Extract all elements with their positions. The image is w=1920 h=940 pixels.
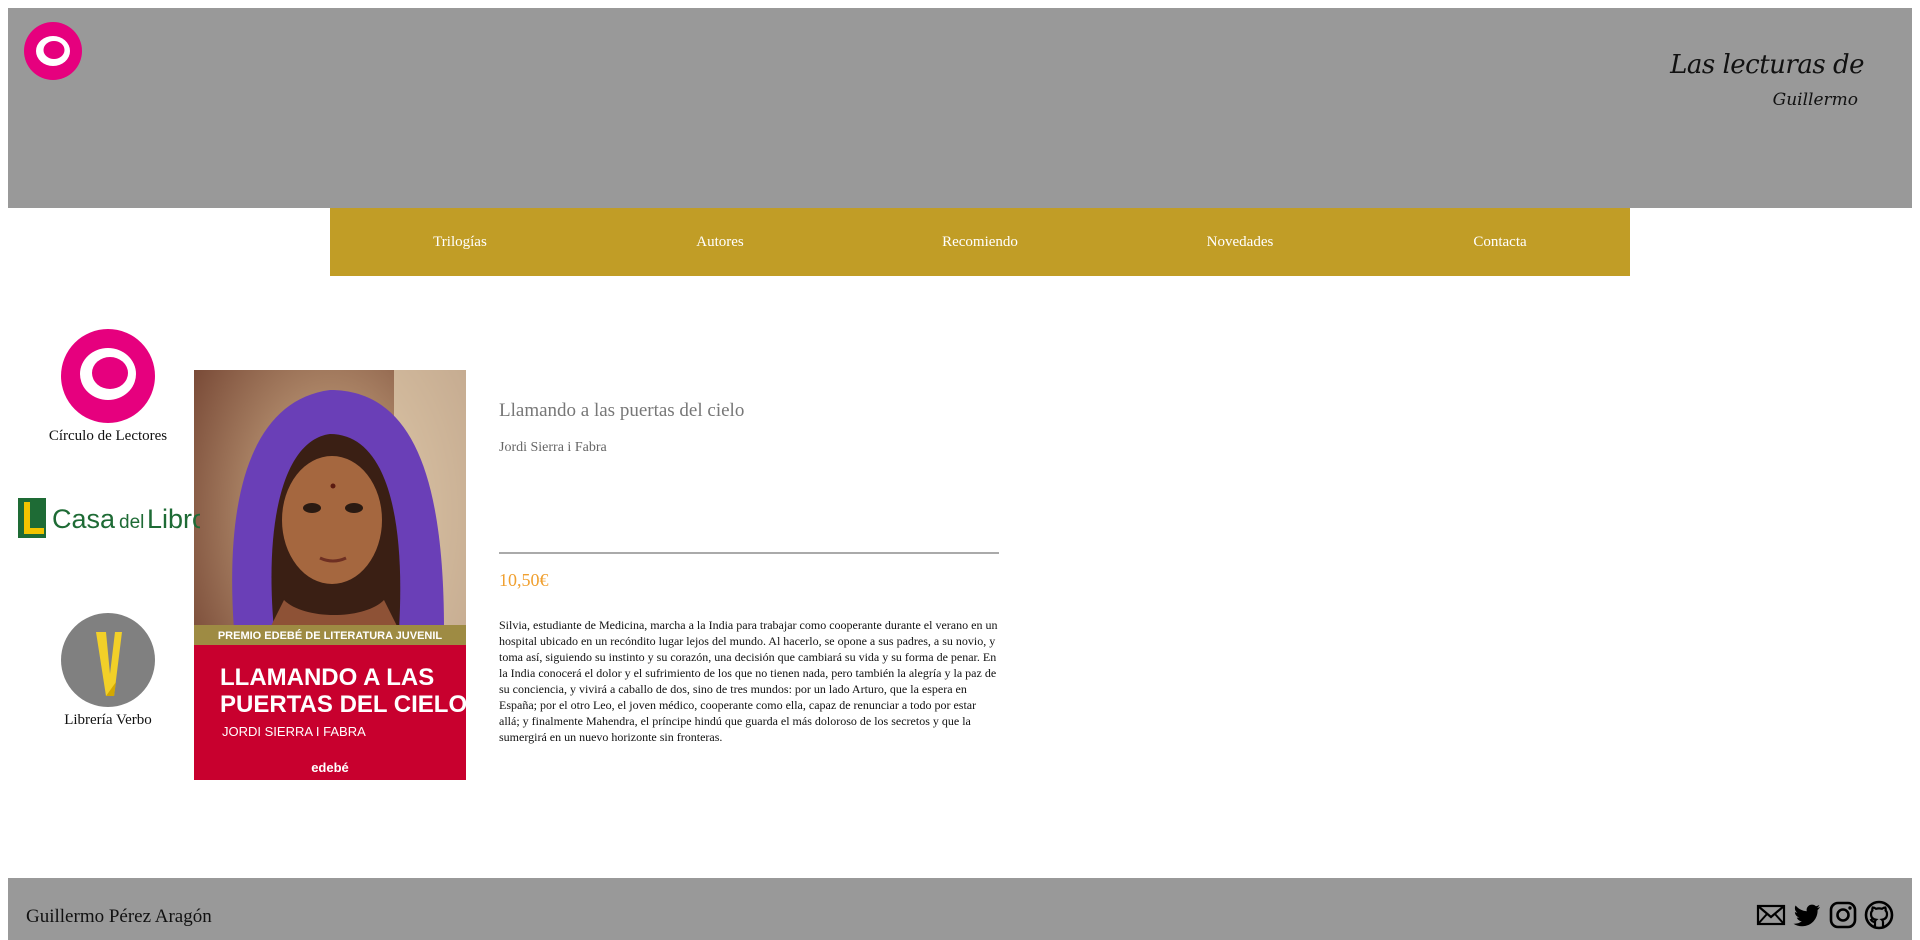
casa-logo-word2: del (119, 512, 144, 533)
site-title: Las lecturas de Guillermo (1664, 44, 1864, 124)
store-label-verbo: Librería Verbo (64, 712, 152, 728)
book-info: Llamando a las puertas del cielo Jordi S… (499, 400, 999, 745)
store-casa-del-libro[interactable]: Casa del Libro (8, 496, 208, 540)
book-author: Jordi Sierra i Fabra (499, 440, 607, 455)
book-synopsis: Silvia, estudiante de Medicina, marcha a… (499, 618, 998, 744)
mail-icon[interactable] (1756, 900, 1786, 930)
page: Las lecturas de Guillermo Trilogías Auto… (8, 8, 1912, 940)
circulo-logo-icon (61, 329, 155, 423)
site-footer: Guillermo Pérez Aragón (8, 878, 1912, 940)
site-title-line1: Las lecturas de (1670, 50, 1864, 80)
github-icon[interactable] (1864, 900, 1894, 930)
book-title: Llamando a las puertas del cielo (499, 400, 745, 421)
cover-banner: PREMIO EDEBÉ DE LITERATURA JUVENIL (218, 629, 443, 642)
social-links (1756, 900, 1894, 930)
cover-title-line1: LLAMANDO A LAS (220, 664, 434, 691)
twitter-icon[interactable] (1792, 900, 1822, 930)
casa-logo-word3: Libro (147, 504, 200, 534)
main-nav: Trilogías Autores Recomiendo Novedades C… (330, 208, 1630, 276)
cover-publisher: edebé (311, 760, 349, 775)
divider (499, 552, 999, 554)
cover-title-line2: PUERTAS DEL CIELO (220, 691, 466, 718)
casa-logo-word1: Casa (52, 504, 116, 534)
verbo-logo-icon (61, 613, 155, 707)
nav-item-contacta[interactable]: Contacta (1370, 208, 1630, 276)
instagram-icon[interactable] (1828, 900, 1858, 930)
store-circulo[interactable]: Círculo de Lectores (8, 328, 208, 445)
store-verbo[interactable]: Librería Verbo (8, 612, 208, 729)
circulo-ring-logo-icon[interactable] (24, 22, 82, 80)
site-title-line2: Guillermo (1772, 90, 1858, 110)
footer-name: Guillermo Pérez Aragón (26, 906, 212, 927)
nav-item-autores[interactable]: Autores (590, 208, 850, 276)
nav-item-novedades[interactable]: Novedades (1110, 208, 1370, 276)
site-header: Las lecturas de Guillermo (8, 8, 1912, 208)
nav-item-trilogias[interactable]: Trilogías (330, 208, 590, 276)
nav-item-recomiendo[interactable]: Recomiendo (850, 208, 1110, 276)
casa-del-libro-logo: Casa del Libro (18, 498, 200, 538)
cover-author: JORDI SIERRA I FABRA (222, 724, 366, 739)
book-cover: PREMIO EDEBÉ DE LITERATURA JUVENIL LLAMA… (194, 370, 466, 780)
book-price: 10,50€ (499, 570, 549, 590)
store-label-circulo: Círculo de Lectores (48, 428, 168, 444)
